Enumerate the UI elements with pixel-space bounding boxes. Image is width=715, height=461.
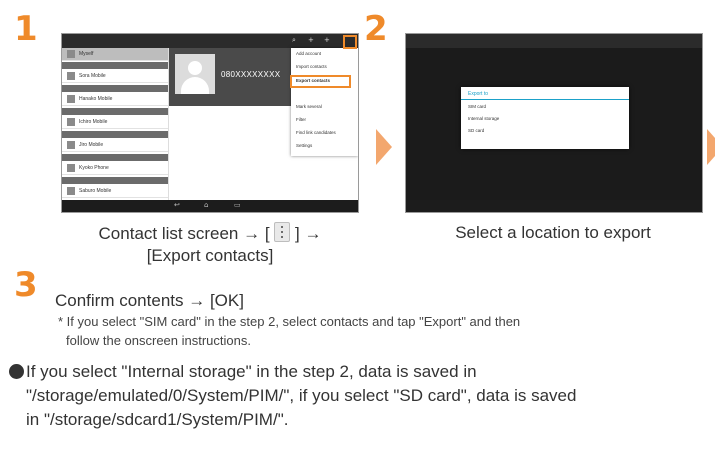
option-internal-storage[interactable]: Internal storage xyxy=(468,116,499,121)
step-3-number: 3 xyxy=(14,265,38,305)
phone-number: 080XXXXXXXX xyxy=(221,70,281,79)
sim-card-note-line-1: * If you select "SIM card" in the step 2… xyxy=(58,314,521,329)
step-2-caption: Select a location to export xyxy=(455,223,651,242)
list-item[interactable]: Jiro Mobile xyxy=(62,139,168,152)
bullet-icon xyxy=(9,364,24,379)
options-menu: Add account Import contacts Export conta… xyxy=(291,48,358,156)
export-dialog: Export to SIM card Internal storage SD c… xyxy=(461,87,629,149)
dialog-title: Export to xyxy=(468,91,489,97)
search-icon: ⌕ xyxy=(292,36,296,44)
contact-list-screenshot: ⌕ + + Myself Sora Mobile Hanako Mobile I… xyxy=(61,33,359,213)
section-header xyxy=(62,108,168,115)
back-icon: ↩ xyxy=(174,201,180,209)
step-1-number: 1 xyxy=(14,9,38,49)
section-header xyxy=(62,131,168,138)
step-2-number: 2 xyxy=(364,9,388,49)
list-item[interactable]: Sora Mobile xyxy=(62,70,168,83)
menu-button-highlight xyxy=(343,35,357,49)
section-header xyxy=(62,62,168,69)
right-arrow-icon xyxy=(376,129,392,165)
menu-item[interactable]: Mark several xyxy=(296,104,322,109)
menu-item[interactable]: Filter xyxy=(296,117,306,122)
status-bar xyxy=(406,34,702,48)
menu-item[interactable]: Find link candidates xyxy=(296,130,336,135)
list-item[interactable]: Myself xyxy=(62,48,168,61)
right-arrow-icon xyxy=(707,129,715,165)
add-contact-icon: + xyxy=(308,36,314,44)
list-item[interactable]: Kyoko Phone xyxy=(62,162,168,175)
section-header xyxy=(62,85,168,92)
storage-note-line-3: in "/storage/sdcard1/System/PIM/". xyxy=(26,410,289,429)
step-1-caption: Contact list screen → [ ] → [Export cont… xyxy=(98,222,322,265)
section-header xyxy=(62,154,168,161)
add-group-icon: + xyxy=(324,36,330,44)
export-location-screenshot: Export to SIM card Internal storage SD c… xyxy=(405,33,703,213)
status-bar: ⌕ + + xyxy=(62,34,358,48)
storage-note-line-1: If you select "Internal storage" in the … xyxy=(26,362,477,381)
section-header xyxy=(62,177,168,184)
step-3-text: Confirm contents → [OK] xyxy=(55,291,244,310)
menu-item[interactable]: Import contacts xyxy=(296,64,327,69)
home-icon: ⌂ xyxy=(204,201,209,209)
navigation-bar xyxy=(406,200,702,212)
export-contacts-highlight xyxy=(290,75,351,88)
contact-photo xyxy=(175,54,215,94)
storage-note-line-2: "/storage/emulated/0/System/PIM/", if yo… xyxy=(26,386,577,405)
list-item[interactable]: Saburo Mobile xyxy=(62,185,168,198)
contact-list: Myself Sora Mobile Hanako Mobile Ichiro … xyxy=(62,48,169,200)
menu-item[interactable]: Add account xyxy=(296,51,321,56)
list-item[interactable]: Ichiro Mobile xyxy=(62,116,168,129)
sim-card-note-line-2: follow the onscreen instructions. xyxy=(66,333,251,348)
recent-apps-icon: ▭ xyxy=(234,201,241,209)
navigation-bar: ↩ ⌂ ▭ xyxy=(62,200,358,212)
list-item[interactable]: Hanako Mobile xyxy=(62,93,168,106)
option-sd-card[interactable]: SD card xyxy=(468,128,484,133)
menu-item[interactable]: Settings xyxy=(296,143,312,148)
menu-dots-icon xyxy=(274,222,291,242)
option-sim-card[interactable]: SIM card xyxy=(468,104,486,109)
